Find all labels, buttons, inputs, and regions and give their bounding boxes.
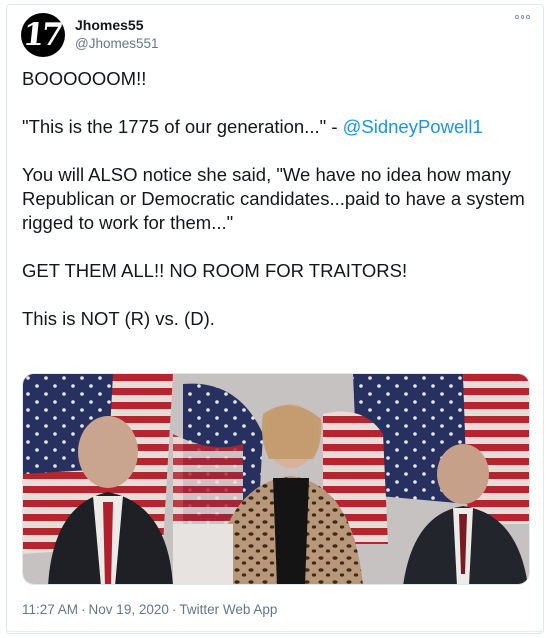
tweet-quote-text: "This is the 1775 of our generation..." … <box>22 116 343 137</box>
tweet-line-3: You will ALSO notice she said, "We have … <box>22 164 525 233</box>
meta-separator: · <box>171 602 177 617</box>
divider <box>7 631 543 632</box>
tweet-source[interactable]: Twitter Web App <box>179 602 277 617</box>
tweet-text: BOOOOOOM!! "This is the 1775 of our gene… <box>22 67 532 331</box>
tweet-line-4: GET THEM ALL!! NO ROOM FOR TRAITORS! <box>22 260 408 281</box>
tweet-line-5: This is NOT (R) vs. (D). <box>22 308 215 329</box>
avatar-logo-icon: 17 <box>21 16 63 53</box>
tweet-card: 17 Jhomes55 @Jhomes551 BOOOOOOM!! "This … <box>6 4 544 634</box>
tweet-time[interactable]: 11:27 AM <box>22 602 78 617</box>
more-options-icon[interactable] <box>515 15 531 25</box>
tweet-metadata: 11:27 AM · Nov 19, 2020 · Twitter Web App <box>22 601 277 619</box>
author-display-name[interactable]: Jhomes55 <box>75 16 159 34</box>
author-handle[interactable]: @Jhomes551 <box>75 34 159 54</box>
tweet-date[interactable]: Nov 19, 2020 <box>89 602 169 617</box>
mention-link[interactable]: @SidneyPowell1 <box>343 116 483 137</box>
tweet-line-2: "This is the 1775 of our generation..." … <box>22 115 532 139</box>
press-conference-image <box>23 374 529 584</box>
meta-separator: · <box>81 602 86 617</box>
tweet-line-1: BOOOOOOM!! <box>22 68 147 89</box>
tweet-header: 17 Jhomes55 @Jhomes551 <box>21 13 531 57</box>
avatar[interactable]: 17 <box>21 13 65 57</box>
author-names: Jhomes55 @Jhomes551 <box>75 16 159 54</box>
tweet-media[interactable] <box>22 373 530 585</box>
